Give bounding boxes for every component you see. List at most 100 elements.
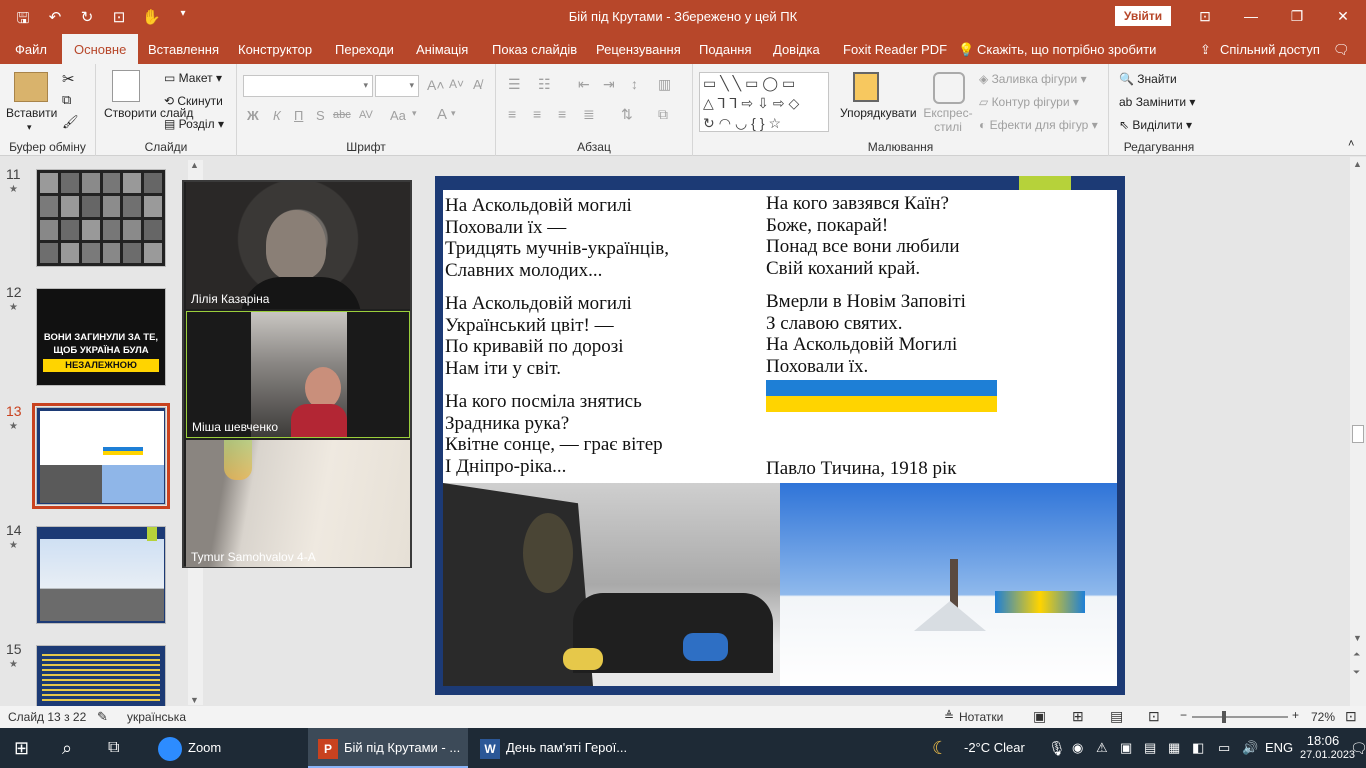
layout-button[interactable]: ▭ Макет ▾ [164,71,222,85]
reading-view-icon[interactable]: ▤ [1110,708,1123,725]
weather-text[interactable]: -2°C Clear [964,728,1025,768]
smartart-icon[interactable]: ⧉ [658,106,668,123]
tab-view[interactable]: Подання [699,42,752,57]
close-button[interactable]: ✕ [1320,0,1366,32]
language-indicator[interactable]: українська [127,710,186,724]
copy-icon[interactable]: ⧉ [62,92,71,108]
notes-button[interactable]: Нотатки [959,710,1003,724]
scroll-down-icon[interactable]: ▼ [1353,633,1362,643]
tell-me-box[interactable]: Скажіть, що потрібно зробити [977,42,1156,57]
memorial-photo-right[interactable] [780,483,1117,686]
zoom-tray-icon[interactable]: ◉ [1072,728,1083,768]
tab-file[interactable]: Файл [15,42,47,57]
align-right-icon[interactable]: ≡ [558,106,566,122]
zoom-slider-thumb[interactable] [1222,711,1226,723]
poem-column-2[interactable]: На кого завзявся Каїн? Боже, покарай! По… [766,193,966,377]
grow-font-icon[interactable]: A˄ [427,77,445,93]
slide-thumbnail-15[interactable] [36,645,166,707]
numbering-icon[interactable]: ☷ [538,76,551,93]
memorial-photo-left[interactable] [443,483,780,686]
task-view-icon[interactable]: ⧉ [108,728,119,768]
tray-icon[interactable]: ◧ [1192,728,1204,768]
font-name-dropdown-icon[interactable]: ▾ [363,80,368,91]
format-painter-icon[interactable]: 🖌 [62,114,79,130]
slide-thumbnail-11[interactable] [36,169,166,267]
tray-icon[interactable]: ▦ [1168,728,1180,768]
taskbar-app-word[interactable]: W День пам'яті Герої... [470,728,630,768]
tab-animations[interactable]: Анімація [416,42,468,57]
shape-effects-button[interactable]: ◐ Ефекти для фігур ▾ [979,118,1098,132]
taskbar-app-zoom[interactable]: Zoom [148,728,306,768]
align-center-icon[interactable]: ≡ [533,106,541,122]
sign-in-button[interactable]: Увійти [1115,6,1171,26]
poem-column-1[interactable]: На Аскольдовій могилі Поховали їх — Трид… [445,195,669,477]
paste-dropdown-icon[interactable]: ▾ [27,122,32,133]
restore-button[interactable]: ❐ [1274,0,1320,32]
slide-thumbnail-14[interactable] [36,526,166,624]
quick-styles-icon[interactable] [933,72,965,104]
change-case-button[interactable]: Aa [390,108,406,123]
spelling-icon[interactable]: ✎ [97,709,108,725]
clock[interactable]: 18:06 27.01.2023 [1300,728,1355,768]
shape-outline-button[interactable]: ▱ Контур фігури ▾ [979,95,1079,109]
shape-fill-button[interactable]: ◈ Заливка фігури ▾ [979,72,1087,86]
columns-icon[interactable]: ▥ [658,76,671,93]
fit-to-window-icon[interactable]: ⊡ [1345,708,1357,725]
taskbar-app-powerpoint[interactable]: P Бій під Крутами - ... [308,728,468,768]
bold-button[interactable]: Ж [247,108,259,123]
tab-review[interactable]: Рецензування [596,42,681,57]
normal-view-icon[interactable]: ▣ [1033,708,1046,725]
section-button[interactable]: ▤ Розділ ▾ [164,117,224,131]
tab-home[interactable]: Основне [62,34,139,64]
arrange-icon[interactable] [853,72,879,102]
video-tile[interactable]: Tymur Samohvalov 4-А [186,440,410,567]
input-language[interactable]: ENG [1265,728,1293,768]
find-button[interactable]: 🔍 Знайти [1119,72,1177,86]
tab-foxit[interactable]: Foxit Reader PDF [843,42,947,57]
search-icon[interactable]: ⌕ [62,728,72,768]
arrange-button[interactable]: Упорядкувати [840,106,917,120]
font-size-combo[interactable]: ▾ [375,75,419,97]
moon-weather-icon[interactable]: ☾ [932,728,948,768]
share-button[interactable]: Спільний доступ [1220,42,1320,57]
ribbon-display-icon[interactable]: ⊡ [1182,0,1228,32]
decrease-indent-icon[interactable]: ⇤ [578,76,590,93]
collapse-ribbon-icon[interactable]: ˄ [1348,138,1354,150]
tab-transitions[interactable]: Переходи [335,42,394,57]
font-color-icon[interactable]: A [437,106,447,123]
clear-format-icon[interactable]: A̸ [473,77,482,92]
tab-slideshow[interactable]: Показ слайдів [492,42,577,57]
minimize-button[interactable]: — [1228,0,1274,32]
slide-scrollbar[interactable]: ▲ ▼ ⏶ ⏷ [1350,157,1366,706]
tab-help[interactable]: Довідка [773,42,820,57]
scroll-thumb[interactable] [1352,425,1364,443]
zoom-slider[interactable] [1192,716,1288,718]
tab-insert[interactable]: Вставлення [148,42,219,57]
windows-start-icon[interactable]: ⊞ [14,728,29,768]
shapes-gallery[interactable]: ▭╲╲▭◯▭ △⅂⅂⇨⇩⇨◇ ↻◠◡{}☆ [699,72,829,132]
slide-sorter-icon[interactable]: ⊞ [1072,708,1084,725]
align-left-icon[interactable]: ≡ [508,106,516,122]
scroll-down-icon[interactable]: ▼ [190,695,199,705]
poem-author[interactable]: Павло Тичина, 1918 рік [766,458,957,480]
slide-thumbnail-13-selected[interactable] [32,403,170,509]
increase-indent-icon[interactable]: ⇥ [603,76,615,93]
network-icon[interactable]: ▭ [1218,728,1230,768]
scroll-up-icon[interactable]: ▲ [1353,159,1362,169]
reset-button[interactable]: ⟲ Скинути [164,94,223,108]
zoom-out-icon[interactable]: − [1180,708,1187,722]
microphone-icon[interactable]: 🎙 [1048,728,1066,768]
previous-slide-icon[interactable]: ⏶ [1353,649,1360,660]
tell-me-icon[interactable]: 💡 [958,42,974,58]
slide-canvas[interactable]: На Аскольдовій могилі Поховали їх — Трид… [435,176,1125,695]
text-direction-icon[interactable]: ⇅ [621,106,633,123]
comments-icon[interactable]: 🗨 [1333,42,1350,58]
font-size-dropdown-icon[interactable]: ▾ [409,80,414,91]
volume-icon[interactable]: 🔊 [1242,728,1258,768]
quick-styles-button[interactable]: Експрес-стилі [923,106,973,134]
zoom-level[interactable]: 72% [1311,710,1335,724]
cut-icon[interactable]: ✂ [62,70,75,88]
slide-thumbnail-12[interactable]: ВОНИ ЗАГИНУЛИ ЗА ТЕ, ЩОБ УКРАЇНА БУЛА НЕ… [36,288,166,386]
shrink-font-icon[interactable]: A˅ [449,77,464,91]
select-button[interactable]: ⇖ Виділити ▾ [1119,118,1192,132]
